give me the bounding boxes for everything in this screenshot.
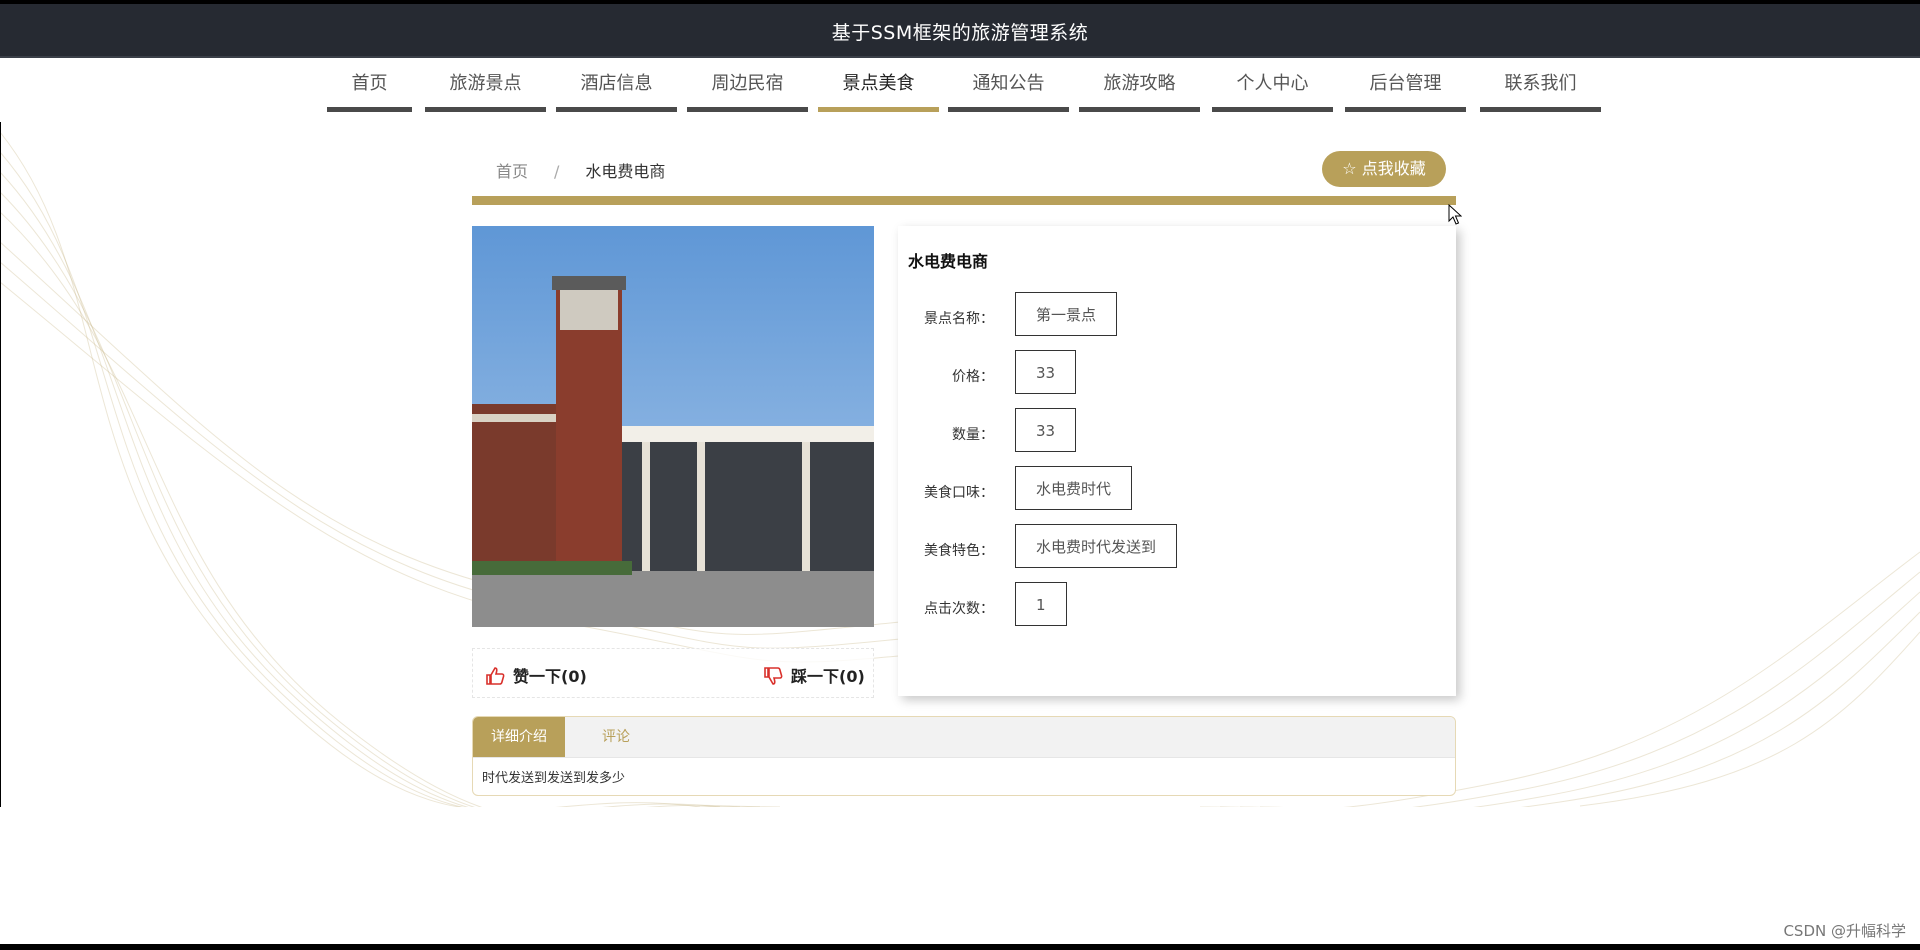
nav-item-attractions[interactable]: 旅游景点: [425, 58, 546, 112]
nav-item-profile[interactable]: 个人中心: [1212, 58, 1333, 112]
tab-content-text: 时代发送到发送到发多少: [482, 771, 626, 786]
nav-item-admin[interactable]: 后台管理: [1345, 58, 1466, 112]
main-nav: 首页 旅游景点 酒店信息 周边民宿 景点美食 通知公告 旅游攻略 个人中心 后台…: [0, 58, 1920, 116]
thumbs-up-icon: [486, 667, 505, 685]
breadcrumb-current: 水电费电商: [585, 162, 666, 181]
breadcrumb-separator: /: [554, 162, 560, 181]
field-label-flavor: 美食口味：: [924, 485, 994, 501]
dislike-label: 踩一下(0): [791, 667, 865, 686]
like-button[interactable]: 赞一下(0): [485, 663, 587, 687]
tab-bar: 详细介绍 评论: [473, 717, 1455, 758]
field-value-flavor: 水电费时代: [1015, 466, 1133, 510]
field-value-feature: 水电费时代发送到: [1015, 524, 1178, 568]
field-label-price: 价格：: [952, 369, 994, 385]
tab-comments[interactable]: 评论: [565, 717, 667, 757]
field-label-clicks: 点击次数：: [924, 601, 994, 617]
like-label: 赞一下(0): [513, 667, 587, 686]
nav-item-guides[interactable]: 旅游攻略: [1079, 58, 1200, 112]
breadcrumb: 首页 / 水电费电商: [496, 158, 665, 182]
detail-title: 水电费电商: [908, 252, 989, 271]
tab-details[interactable]: 详细介绍: [473, 717, 565, 757]
watermark: CSDN @升幅科学: [1783, 922, 1906, 940]
left-border-line: [0, 122, 1, 807]
food-photo: [472, 226, 874, 627]
field-label-feature: 美食特色：: [924, 543, 994, 559]
field-label-attraction: 景点名称：: [924, 311, 994, 327]
detail-card: 水电费电商 景点名称： 第一景点 价格： 33 数量： 33 美食口味： 水电费…: [898, 226, 1456, 696]
favorite-button[interactable]: ☆ 点我收藏: [1322, 151, 1446, 187]
bottom-border: [0, 944, 1920, 950]
breadcrumb-home[interactable]: 首页: [496, 162, 528, 181]
top-header: 基于SSM框架的旅游管理系统: [0, 0, 1920, 58]
field-value-attraction: 第一景点: [1015, 292, 1118, 336]
nav-item-hotels[interactable]: 酒店信息: [556, 58, 677, 112]
nav-item-food[interactable]: 景点美食: [818, 58, 939, 112]
dislike-button[interactable]: 踩一下(0): [763, 663, 865, 687]
nav-item-contact[interactable]: 联系我们: [1480, 58, 1601, 112]
detail-tabs: 详细介绍 评论 时代发送到发送到发多少: [472, 716, 1456, 796]
field-label-quantity: 数量：: [952, 427, 994, 443]
mouse-cursor-icon: [1448, 204, 1462, 225]
site-title: 基于SSM框架的旅游管理系统: [831, 22, 1089, 44]
vote-row: 赞一下(0) 踩一下(0): [472, 648, 874, 698]
field-value-quantity: 33: [1015, 408, 1077, 452]
nav-item-home[interactable]: 首页: [327, 58, 412, 112]
nav-item-notices[interactable]: 通知公告: [948, 58, 1069, 112]
field-value-price: 33: [1015, 350, 1077, 394]
thumbs-down-icon: [764, 667, 783, 685]
nav-item-homestays[interactable]: 周边民宿: [687, 58, 808, 112]
section-divider: [472, 196, 1456, 205]
field-value-clicks: 1: [1015, 582, 1067, 626]
